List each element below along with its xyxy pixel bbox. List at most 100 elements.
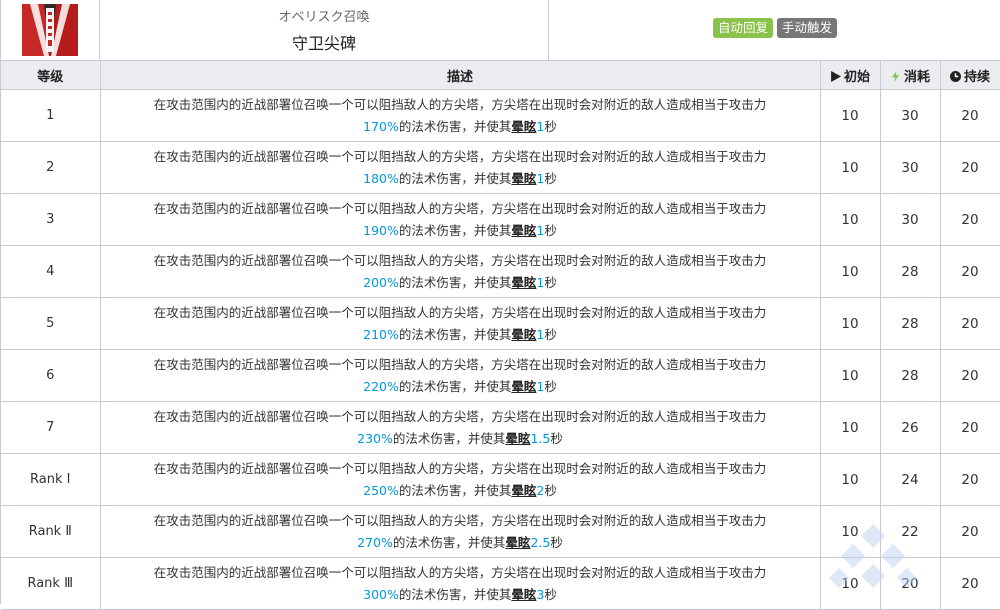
cell-initial: 10 — [819, 557, 881, 610]
description-line-2: 170%的法术伤害，并使其晕眩1秒 — [363, 118, 557, 134]
stun-duration: 1.5 — [530, 430, 551, 446]
description-line-1: 在攻击范围内的近战部署位召唤一个可以阻挡敌人的方尖塔，方尖塔在出现时会对附近的敌… — [153, 460, 767, 476]
stun-duration: 3 — [536, 586, 545, 602]
damage-percent: 300% — [363, 586, 399, 602]
tag-auto-recovery: 自动回复 — [712, 18, 773, 38]
stun-keyword-link[interactable]: 晕眩 — [511, 223, 536, 238]
description-line-2: 270%的法术伤害，并使其晕眩2.5秒 — [357, 534, 563, 550]
damage-percent: 210% — [363, 326, 399, 342]
cell-duration: 20 — [939, 89, 1000, 142]
stun-duration: 1 — [536, 274, 545, 290]
table-row: 7 在攻击范围内的近战部署位召唤一个可以阻挡敌人的方尖塔，方尖塔在出现时会对附近的… — [1, 401, 1000, 454]
cell-cost: 20 — [879, 557, 941, 610]
cell-initial: 10 — [819, 505, 881, 558]
header-cost: 消耗 — [879, 61, 941, 90]
damage-percent: 250% — [363, 482, 399, 498]
description-line-2: 230%的法术伤害，并使其晕眩1.5秒 — [357, 430, 563, 446]
table-header-row: 等级 描述 初始 消耗 持续 — [1, 61, 1000, 90]
table-row: 4 在攻击范围内的近战部署位召唤一个可以阻挡敌人的方尖塔，方尖塔在出现时会对附近的… — [1, 245, 1000, 298]
damage-percent: 190% — [363, 222, 399, 238]
cell-description: 在攻击范围内的近战部署位召唤一个可以阻挡敌人的方尖塔，方尖塔在出现时会对附近的敌… — [99, 349, 821, 402]
cell-duration: 20 — [939, 453, 1000, 506]
cell-description: 在攻击范围内的近战部署位召唤一个可以阻挡敌人的方尖塔，方尖塔在出现时会对附近的敌… — [99, 245, 821, 298]
cell-duration: 20 — [939, 505, 1000, 558]
cell-description: 在攻击范围内的近战部署位召唤一个可以阻挡敌人的方尖塔，方尖塔在出现时会对附近的敌… — [99, 557, 821, 610]
description-line-1: 在攻击范围内的近战部署位召唤一个可以阻挡敌人的方尖塔，方尖塔在出现时会对附近的敌… — [153, 304, 767, 320]
description-line-1: 在攻击范围内的近战部署位召唤一个可以阻挡敌人的方尖塔，方尖塔在出现时会对附近的敌… — [153, 512, 767, 528]
cell-level: 1 — [1, 89, 101, 142]
tag-manual-trigger: 手动触发 — [777, 18, 838, 38]
damage-percent: 180% — [363, 170, 399, 186]
stun-keyword-link[interactable]: 晕眩 — [511, 483, 536, 498]
description-line-2: 200%的法术伤害，并使其晕眩1秒 — [363, 274, 557, 290]
stun-duration: 1 — [536, 222, 545, 238]
damage-percent: 220% — [363, 378, 399, 394]
header-initial: 初始 — [819, 61, 881, 90]
description-line-1: 在攻击范围内的近战部署位召唤一个可以阻挡敌人的方尖塔，方尖塔在出现时会对附近的敌… — [153, 96, 767, 112]
description-line-2: 300%的法术伤害，并使其晕眩3秒 — [363, 586, 557, 602]
stun-keyword-link[interactable]: 晕眩 — [511, 587, 536, 602]
table-row: Rank Ⅲ 在攻击范围内的近战部署位召唤一个可以阻挡敌人的方尖塔，方尖塔在出现时… — [1, 557, 1000, 610]
stun-duration: 1 — [536, 170, 545, 186]
description-line-2: 180%的法术伤害，并使其晕眩1秒 — [363, 170, 557, 186]
table-row: 2 在攻击范围内的近战部署位召唤一个可以阻挡敌人的方尖塔，方尖塔在出现时会对附近的… — [1, 141, 1000, 194]
stun-keyword-link[interactable]: 晕眩 — [511, 171, 536, 186]
cell-level: Rank Ⅱ — [1, 505, 101, 558]
cell-duration: 20 — [939, 193, 1000, 246]
cell-initial: 10 — [819, 141, 881, 194]
cell-level: 6 — [1, 349, 101, 402]
stun-keyword-link[interactable]: 晕眩 — [511, 327, 536, 342]
stun-keyword-link[interactable]: 晕眩 — [511, 379, 536, 394]
cell-level: 2 — [1, 141, 101, 194]
damage-percent: 270% — [357, 534, 393, 550]
header-duration: 持续 — [939, 61, 1000, 90]
cell-initial: 10 — [819, 349, 881, 402]
table-row: 1 在攻击范围内的近战部署位召唤一个可以阻挡敌人的方尖塔，方尖塔在出现时会对附近的… — [1, 89, 1000, 142]
stun-keyword-link[interactable]: 晕眩 — [511, 119, 536, 134]
cell-cost: 28 — [879, 349, 941, 402]
stun-duration: 1 — [536, 326, 545, 342]
description-line-2: 250%的法术伤害，并使其晕眩2秒 — [363, 482, 557, 498]
cell-level: 3 — [1, 193, 101, 246]
description-line-1: 在攻击范围内的近战部署位召唤一个可以阻挡敌人的方尖塔，方尖塔在出现时会对附近的敌… — [153, 356, 767, 372]
cell-description: 在攻击范围内的近战部署位召唤一个可以阻挡敌人的方尖塔，方尖塔在出现时会对附近的敌… — [99, 453, 821, 506]
table-row: Rank Ⅰ 在攻击范围内的近战部署位召唤一个可以阻挡敌人的方尖塔，方尖塔在出现时… — [1, 453, 1000, 506]
stun-keyword-link[interactable]: 晕眩 — [505, 535, 530, 550]
description-line-1: 在攻击范围内的近战部署位召唤一个可以阻挡敌人的方尖塔，方尖塔在出现时会对附近的敌… — [153, 148, 767, 164]
cell-initial: 10 — [819, 297, 881, 350]
cell-level: 4 — [1, 245, 101, 298]
cell-cost: 28 — [879, 245, 941, 298]
cell-cost: 30 — [879, 141, 941, 194]
cell-duration: 20 — [939, 557, 1000, 610]
description-line-2: 210%的法术伤害，并使其晕眩1秒 — [363, 326, 557, 342]
stun-keyword-link[interactable]: 晕眩 — [505, 431, 530, 446]
cell-description: 在攻击范围内的近战部署位召唤一个可以阻挡敌人的方尖塔，方尖塔在出现时会对附近的敌… — [99, 505, 821, 558]
table-row: 3 在攻击范围内的近战部署位召唤一个可以阻挡敌人的方尖塔，方尖塔在出现时会对附近的… — [1, 193, 1000, 246]
cell-initial: 10 — [819, 453, 881, 506]
cell-cost: 30 — [879, 193, 941, 246]
damage-percent: 170% — [363, 118, 399, 134]
lightning-icon — [891, 70, 900, 82]
cell-duration: 20 — [939, 245, 1000, 298]
cell-description: 在攻击范围内的近战部署位召唤一个可以阻挡敌人的方尖塔，方尖塔在出现时会对附近的敌… — [99, 193, 821, 246]
cell-level: 7 — [1, 401, 101, 454]
cell-level: 5 — [1, 297, 101, 350]
stun-keyword-link[interactable]: 晕眩 — [511, 275, 536, 290]
obelisk-skill-icon — [22, 4, 78, 56]
table-row: 5 在攻击范围内的近战部署位召唤一个可以阻挡敌人的方尖塔，方尖塔在出现时会对附近的… — [1, 297, 1000, 350]
table-row: Rank Ⅱ 在攻击范围内的近战部署位召唤一个可以阻挡敌人的方尖塔，方尖塔在出现时… — [1, 505, 1000, 558]
cell-level: Rank Ⅰ — [1, 453, 101, 506]
stun-duration: 1 — [536, 378, 545, 394]
skill-name-cell: オベリスク召喚 守卫尖碑 — [100, 0, 549, 60]
cell-description: 在攻击范围内的近战部署位召唤一个可以阻挡敌人的方尖塔，方尖塔在出现时会对附近的敌… — [99, 401, 821, 454]
cell-duration: 20 — [939, 401, 1000, 454]
play-icon — [831, 70, 841, 82]
skill-header: オベリスク召喚 守卫尖碑 自动回复 手动触发 — [1, 0, 1000, 61]
stun-duration: 1 — [536, 118, 545, 134]
cell-initial: 10 — [819, 401, 881, 454]
stun-duration: 2.5 — [530, 534, 551, 550]
cell-duration: 20 — [939, 141, 1000, 194]
table-row: 6 在攻击范围内的近战部署位召唤一个可以阻挡敌人的方尖塔，方尖塔在出现时会对附近的… — [1, 349, 1000, 402]
header-description: 描述 — [99, 61, 821, 90]
description-line-1: 在攻击范围内的近战部署位召唤一个可以阻挡敌人的方尖塔，方尖塔在出现时会对附近的敌… — [153, 252, 767, 268]
